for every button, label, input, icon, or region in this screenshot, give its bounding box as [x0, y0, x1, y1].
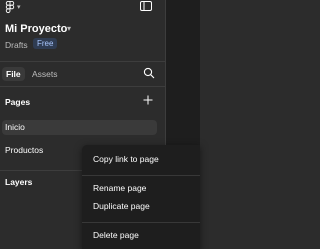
tab-assets[interactable]: Assets [28, 67, 62, 81]
page-context-menu: Copy link to page Rename page Duplicate … [82, 145, 200, 249]
chevron-down-icon: ▾ [17, 4, 21, 11]
plus-icon[interactable] [143, 95, 153, 105]
menu-item-delete[interactable]: Delete page [93, 230, 139, 240]
layers-heading[interactable]: Layers [5, 177, 32, 187]
menu-item-duplicate[interactable]: Duplicate page [93, 201, 150, 211]
main-menu-button[interactable]: ▾ [5, 0, 21, 14]
sidebar-toggle-icon[interactable] [140, 1, 152, 11]
plan-badge: Free [33, 38, 58, 49]
divider [0, 61, 165, 62]
figma-logo-icon [5, 0, 15, 13]
menu-separator [82, 175, 200, 176]
chevron-down-icon[interactable]: ▾ [67, 24, 71, 33]
search-icon[interactable] [143, 67, 155, 79]
menu-separator [82, 222, 200, 223]
sidebar-header: ▾ Mi Proyecto ▾ Drafts Free [0, 0, 165, 60]
divider [0, 86, 165, 87]
pages-heading: Pages [5, 97, 31, 107]
tab-file[interactable]: File [2, 67, 25, 81]
project-location[interactable]: Drafts [5, 40, 28, 50]
panel-tabs: File Assets [0, 64, 165, 84]
menu-item-copy-link[interactable]: Copy link to page [93, 154, 159, 164]
page-item-inicio[interactable]: Inicio [2, 120, 157, 135]
project-name[interactable]: Mi Proyecto [5, 23, 67, 35]
menu-item-rename[interactable]: Rename page [93, 183, 146, 193]
